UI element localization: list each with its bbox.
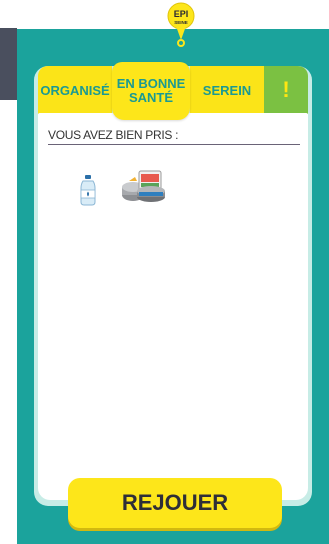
tab-organise[interactable]: ORGANISÉ — [38, 66, 112, 114]
card-heading: VOUS AVEZ BIEN PRIS : — [48, 128, 300, 145]
left-edge-strip — [0, 28, 17, 100]
epi-seine-logo-icon: EPI SEINE — [167, 2, 195, 47]
tab-serein[interactable]: SEREIN — [190, 66, 264, 114]
tab-en-bonne-sante[interactable]: EN BONNE SANTÉ — [112, 62, 190, 120]
logo-text-bottom: SEINE — [174, 20, 188, 25]
logo-text-top: EPI — [174, 9, 189, 19]
tab-serein-label: SEREIN — [202, 83, 252, 98]
tab-en-bonne-sante-line2: SANTÉ — [128, 90, 174, 105]
tab-organise-label: ORGANISÉ — [40, 83, 110, 98]
replay-button[interactable]: REJOUER — [68, 478, 282, 528]
canned-food-icon[interactable] — [119, 167, 167, 205]
tab-alert[interactable]: ! — [264, 66, 308, 114]
exclamation-icon: ! — [282, 77, 290, 102]
inventory-card — [38, 113, 308, 500]
tab-en-bonne-sante-label: EN BONNE SANTÉ — [117, 77, 186, 105]
water-bottle-icon[interactable] — [77, 174, 99, 206]
tab-en-bonne-sante-line1: EN BONNE — [116, 76, 186, 91]
